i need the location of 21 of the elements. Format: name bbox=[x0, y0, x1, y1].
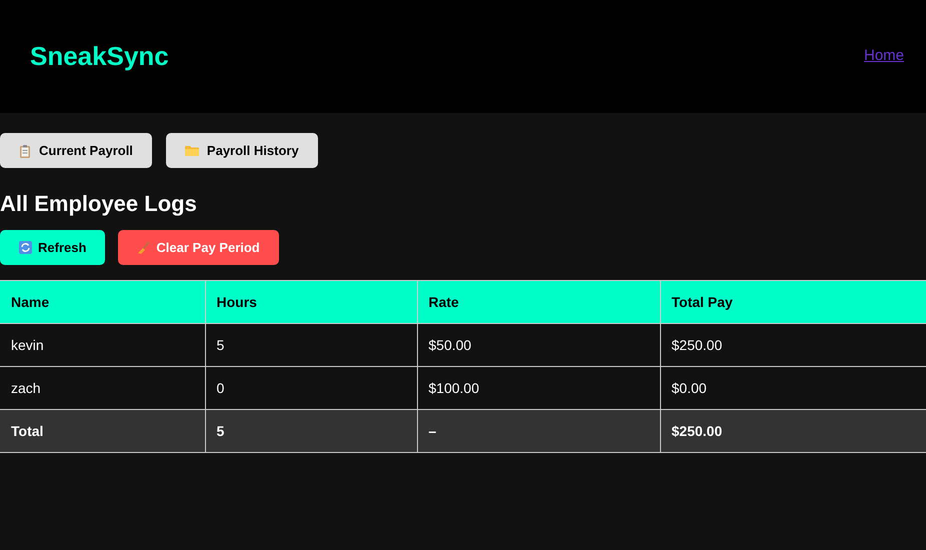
page-heading: All Employee Logs bbox=[0, 190, 198, 218]
clipboard-icon bbox=[19, 144, 31, 158]
table-cell: 5 bbox=[205, 324, 417, 366]
column-header: Total Pay bbox=[660, 280, 926, 324]
refresh-button[interactable]: Refresh bbox=[0, 230, 106, 265]
column-header: Name bbox=[0, 280, 205, 324]
logo: SneakSync bbox=[30, 40, 169, 73]
column-header: Rate bbox=[417, 280, 660, 324]
view-button[interactable]: Current Payroll bbox=[0, 133, 152, 168]
view-button[interactable]: Payroll History bbox=[166, 133, 318, 168]
total-cell: – bbox=[417, 410, 660, 452]
table-cell: $50.00 bbox=[417, 324, 660, 366]
column-header: Hours bbox=[205, 280, 417, 324]
total-cell: Total bbox=[0, 410, 205, 452]
broom-icon bbox=[137, 240, 150, 254]
table-cell: $250.00 bbox=[660, 324, 926, 366]
total-cell: $250.00 bbox=[660, 410, 926, 452]
refresh-icon bbox=[19, 241, 32, 254]
table-cell: kevin bbox=[0, 324, 205, 366]
total-cell: 5 bbox=[205, 410, 417, 452]
folder-icon bbox=[184, 144, 199, 156]
